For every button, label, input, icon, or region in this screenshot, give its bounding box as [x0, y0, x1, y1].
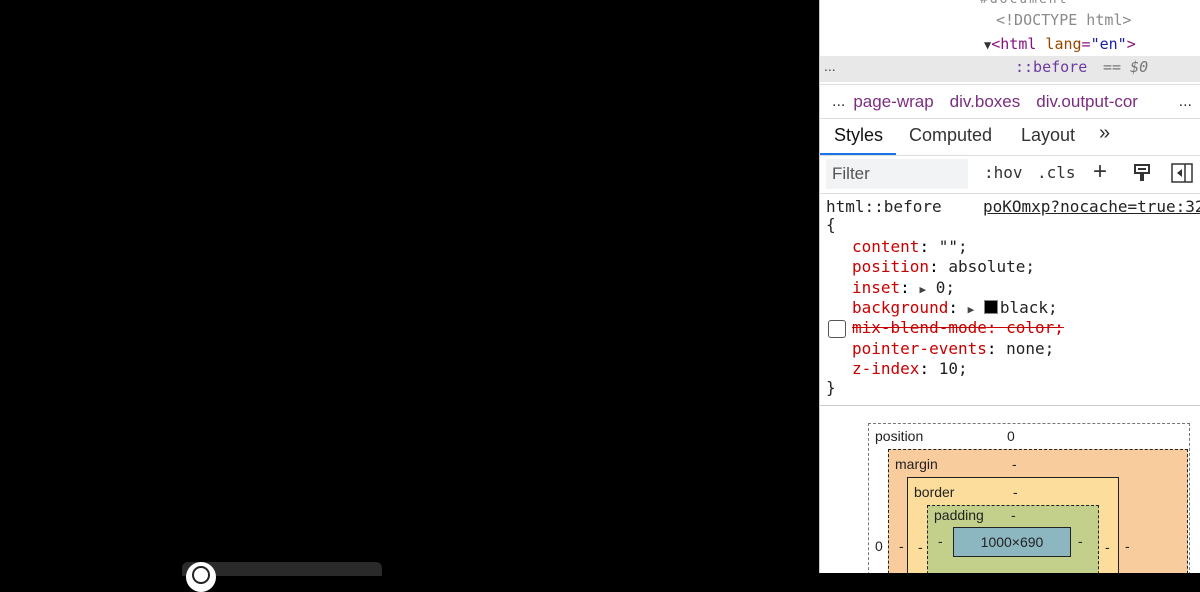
property-value[interactable]: none;: [1006, 339, 1054, 358]
new-rule-button[interactable]: +: [1093, 158, 1107, 186]
html-tag-name: html: [1000, 35, 1037, 53]
border-box: border - - - padding - - - 1000×690: [907, 477, 1119, 573]
cls-toggle[interactable]: .cls: [1037, 163, 1076, 182]
breadcrumb-more-right-icon[interactable]: ...: [1179, 93, 1192, 111]
border-left-value[interactable]: -: [918, 539, 923, 555]
breadcrumb-item[interactable]: div.output-cor: [1036, 92, 1138, 112]
property-value[interactable]: "";: [939, 237, 968, 256]
declaration-disabled[interactable]: mix-blend-mode: color;: [852, 318, 1064, 337]
breadcrumb: ... page-wrap div.boxes div.output-cor .…: [820, 84, 1200, 119]
margin-right-value[interactable]: -: [1125, 538, 1130, 554]
tab-layout[interactable]: Layout: [1021, 125, 1075, 146]
border-top-value[interactable]: -: [1013, 484, 1018, 500]
position-left-value[interactable]: 0: [875, 538, 883, 554]
floating-toolbar[interactable]: [182, 562, 382, 592]
border-right-value[interactable]: -: [1105, 539, 1110, 555]
divider: [820, 405, 1200, 406]
breadcrumb-item[interactable]: div.boxes: [950, 92, 1021, 112]
filter-input[interactable]: [826, 159, 968, 189]
row-menu-icon[interactable]: ...: [824, 58, 836, 74]
rule-selector[interactable]: html::before: [826, 197, 942, 216]
declaration[interactable]: inset: ▶ 0;: [852, 278, 955, 297]
elements-tree: #document <!DOCTYPE html> ▼<html lang="e…: [820, 0, 1200, 86]
padding-label: padding: [934, 507, 984, 523]
property-name[interactable]: mix-blend-mode: [852, 318, 987, 337]
property-name[interactable]: content: [852, 237, 919, 256]
property-value[interactable]: black;: [1000, 298, 1058, 317]
property-name[interactable]: pointer-events: [852, 339, 987, 358]
devtools-panel: #document <!DOCTYPE html> ▼<html lang="e…: [819, 0, 1200, 573]
margin-box: margin - - - border - - - padding - - - …: [888, 449, 1188, 573]
property-value[interactable]: absolute;: [948, 257, 1035, 276]
breadcrumb-item[interactable]: page-wrap: [853, 92, 933, 112]
padding-box: padding - - - 1000×690: [927, 505, 1099, 573]
document-node: #document: [980, 0, 1068, 7]
position-label: position: [875, 428, 924, 444]
property-name[interactable]: inset: [852, 278, 900, 297]
margin-left-value[interactable]: -: [899, 538, 904, 554]
box-model-diagram: position 0 0 0 margin - - - border - - -…: [868, 423, 1190, 573]
rule-source-link[interactable]: poKOmxp?nocache=true:32: [983, 197, 1200, 216]
styles-toolbar: :hov .cls +: [820, 155, 1200, 194]
avatar-icon[interactable]: [186, 562, 216, 592]
declaration[interactable]: pointer-events: none;: [852, 339, 1054, 358]
margin-top-value[interactable]: -: [1012, 456, 1017, 472]
hov-toggle[interactable]: :hov: [984, 163, 1023, 182]
expand-triangle-icon[interactable]: ▶: [919, 283, 926, 296]
paint-brush-icon[interactable]: [1132, 163, 1152, 188]
property-name[interactable]: background: [852, 298, 948, 317]
sidebar-tabs: Styles Computed Layout »: [820, 118, 1200, 156]
page-viewport: [0, 0, 819, 592]
rule-open-brace: {: [826, 215, 836, 234]
before-pseudo-node[interactable]: ::before: [1015, 58, 1087, 76]
property-value[interactable]: color;: [1006, 318, 1064, 337]
toggle-sidebar-icon[interactable]: [1171, 163, 1193, 188]
html-attr-name: lang: [1045, 35, 1082, 53]
breadcrumb-more-left-icon[interactable]: ...: [832, 93, 845, 111]
border-label: border: [914, 484, 955, 500]
property-name[interactable]: position: [852, 257, 929, 276]
color-swatch[interactable]: [983, 300, 998, 314]
property-name[interactable]: z-index: [852, 359, 919, 378]
doctype-node[interactable]: <!DOCTYPE html>: [996, 11, 1131, 29]
padding-left-value[interactable]: -: [938, 533, 943, 549]
expand-triangle-icon[interactable]: ▶: [968, 303, 975, 316]
selected-node-row[interactable]: ... ::before == $0: [820, 56, 1200, 82]
selected-marker: == $0: [1103, 58, 1149, 76]
tab-styles[interactable]: Styles: [834, 125, 883, 146]
rule-close-brace: }: [826, 378, 836, 397]
more-tabs-icon[interactable]: »: [1099, 122, 1110, 145]
declaration[interactable]: position: absolute;: [852, 257, 1035, 276]
tab-computed[interactable]: Computed: [909, 125, 992, 146]
content-box[interactable]: 1000×690: [953, 527, 1071, 557]
padding-right-value[interactable]: -: [1078, 533, 1083, 549]
declaration[interactable]: content: "";: [852, 237, 968, 256]
declaration-checkbox[interactable]: [828, 320, 846, 338]
position-top-value[interactable]: 0: [1007, 428, 1015, 444]
html-attr-value: "en": [1090, 35, 1127, 53]
property-value[interactable]: 0;: [936, 278, 955, 297]
declaration[interactable]: z-index: 10;: [852, 359, 968, 378]
margin-label: margin: [895, 456, 938, 472]
html-node[interactable]: ▼<html lang="en">: [984, 35, 1136, 53]
padding-top-value[interactable]: -: [1011, 507, 1016, 523]
declaration[interactable]: background: ▶ black;: [852, 298, 1058, 317]
property-value[interactable]: 10;: [939, 359, 968, 378]
